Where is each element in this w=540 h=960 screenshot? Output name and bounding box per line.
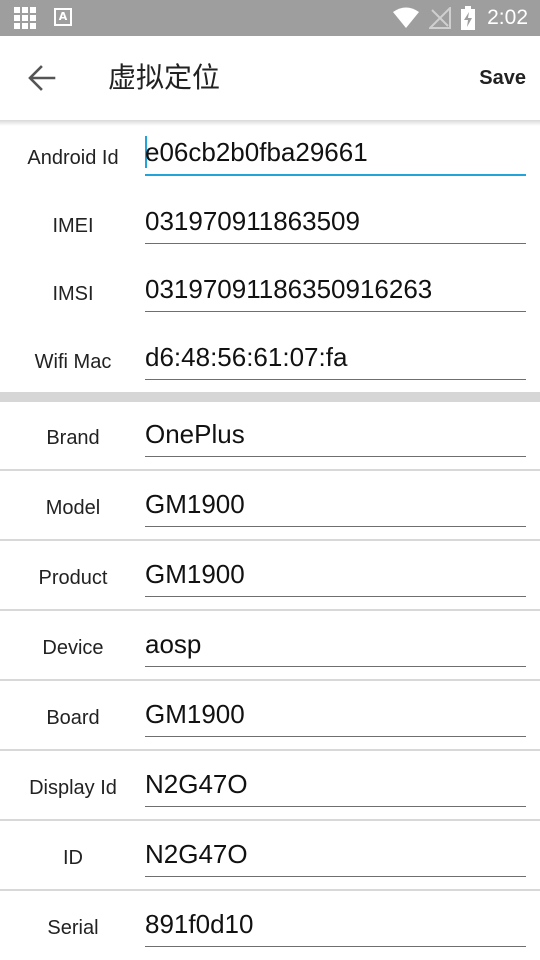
form-row-device: Device aosp [0, 627, 540, 681]
field-label: ID [63, 847, 83, 869]
row-divider [0, 889, 540, 891]
field-value: d6:48:56:61:07:fa [145, 342, 348, 372]
field-label: Model [45, 497, 101, 519]
field-value: aosp [145, 629, 202, 659]
status-time: 2:02 [487, 6, 528, 29]
field-label: Device [42, 637, 104, 659]
wifi-icon [393, 7, 420, 28]
field-label: Wifi Mac [34, 351, 112, 373]
battery-charging-icon [461, 6, 476, 30]
id-field[interactable]: N2G47O [145, 837, 526, 877]
field-value: N2G47O [145, 839, 248, 869]
page-title: 虚拟定位 [108, 61, 221, 94]
status-bar: A 2:02 [0, 0, 540, 36]
field-label: Brand [46, 427, 100, 449]
field-value: GM1900 [145, 489, 245, 519]
arrow-left-icon [28, 65, 56, 91]
back-button[interactable] [20, 56, 64, 100]
brand-field[interactable]: OnePlus [145, 417, 526, 457]
wifi-mac-field[interactable]: d6:48:56:61:07:fa [145, 340, 526, 380]
model-field[interactable]: GM1900 [145, 487, 526, 527]
field-value: 031970911863509 [145, 206, 360, 236]
row-divider [0, 469, 540, 471]
field-value: N2G47O [145, 769, 248, 799]
device-field[interactable]: aosp [145, 627, 526, 667]
field-value: OnePlus [145, 419, 245, 449]
field-value: e06cb2b0fba29661 [145, 137, 368, 167]
form-row-wifi-mac: Wifi Mac d6:48:56:61:07:fa [0, 340, 540, 396]
android-id-field[interactable]: e06cb2b0fba29661 [145, 136, 526, 176]
field-value: GM1900 [145, 699, 245, 729]
section-divider [0, 392, 540, 402]
board-field[interactable]: GM1900 [145, 697, 526, 737]
field-label: IMSI [52, 283, 94, 305]
field-value: 03197091186350916263 [145, 274, 433, 304]
row-divider [0, 539, 540, 541]
text-input-icon: A [54, 8, 72, 26]
app-bar: 虚拟定位 Save [0, 36, 540, 120]
imei-field[interactable]: 031970911863509 [145, 204, 526, 244]
form-row-model: Model GM1900 [0, 487, 540, 541]
apps-grid-icon [14, 7, 40, 29]
form-row-board: Board GM1900 [0, 697, 540, 751]
form-row-brand: Brand OnePlus [0, 417, 540, 471]
row-divider [0, 819, 540, 821]
app-bar-shadow [0, 120, 540, 126]
form-row-id: ID N2G47O [0, 837, 540, 891]
field-label: Product [38, 567, 108, 589]
field-label: Android Id [27, 147, 119, 169]
form-row-product: Product GM1900 [0, 557, 540, 611]
display-id-field[interactable]: N2G47O [145, 767, 526, 807]
field-label: Display Id [29, 777, 117, 799]
field-value: 891f0d10 [145, 909, 254, 939]
row-divider [0, 679, 540, 681]
form-row-android-id: Android Id e06cb2b0fba29661 [0, 136, 540, 192]
save-button[interactable]: Save [479, 66, 526, 90]
product-field[interactable]: GM1900 [145, 557, 526, 597]
imsi-field[interactable]: 03197091186350916263 [145, 272, 526, 312]
field-value: GM1900 [145, 559, 245, 589]
form-row-imsi: IMSI 03197091186350916263 [0, 272, 540, 328]
field-label: Serial [47, 917, 99, 939]
row-divider [0, 609, 540, 611]
no-signal-icon [429, 7, 452, 29]
form-row-serial: Serial 891f0d10 [0, 907, 540, 960]
field-label: Board [46, 707, 100, 729]
field-label: IMEI [52, 215, 94, 237]
serial-field[interactable]: 891f0d10 [145, 907, 526, 947]
form-row-imei: IMEI 031970911863509 [0, 204, 540, 260]
form-row-display-id: Display Id N2G47O [0, 767, 540, 821]
row-divider [0, 749, 540, 751]
